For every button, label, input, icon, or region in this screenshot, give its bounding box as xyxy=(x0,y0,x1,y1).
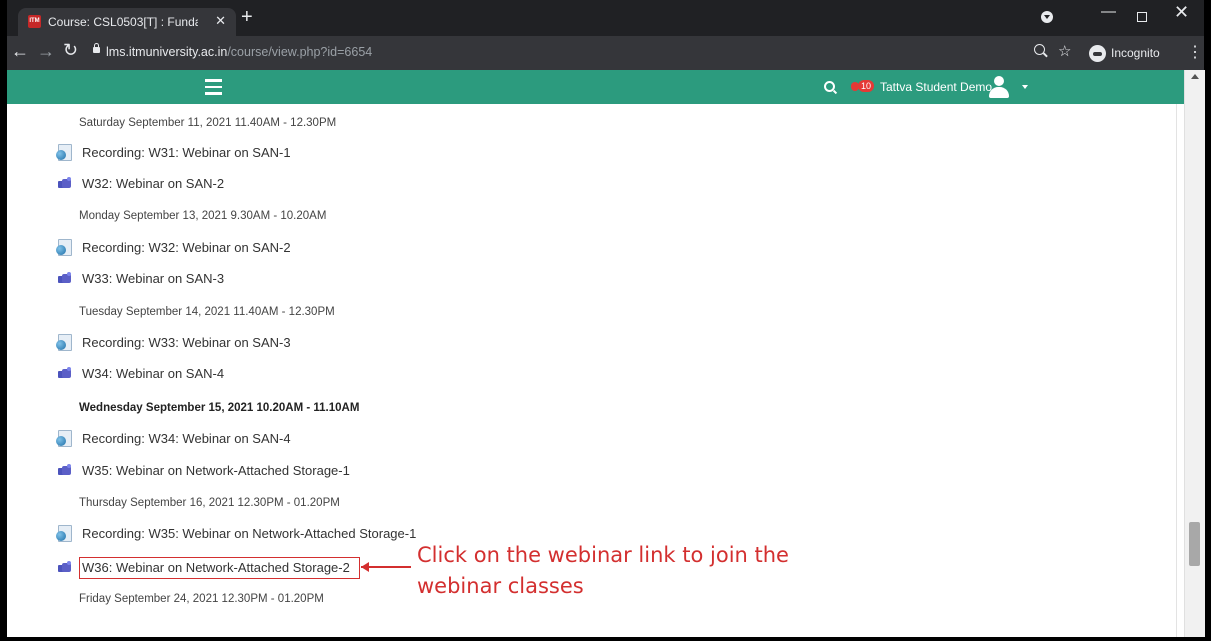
close-window-button[interactable]: ✕ xyxy=(1174,2,1189,23)
site-header: 10 Tattva Student Demo xyxy=(7,70,1184,104)
notification-count-badge[interactable]: 10 xyxy=(858,80,875,92)
content-right-border xyxy=(1176,104,1177,637)
teams-icon xyxy=(58,367,72,379)
activity-label: W34: Webinar on SAN-4 xyxy=(82,365,225,381)
back-arrow-icon[interactable]: ← xyxy=(11,41,29,62)
date-line: Tuesday September 14, 2021 11.40AM - 12.… xyxy=(79,306,335,318)
recording-link[interactable]: Recording: W34: Webinar on SAN-4 xyxy=(56,428,291,448)
annotation-text: Click on the webinar link to join the we… xyxy=(417,543,789,598)
teams-icon xyxy=(58,177,72,189)
date-line: Saturday September 11, 2021 11.40AM - 12… xyxy=(79,117,337,129)
restore-window-button[interactable] xyxy=(1137,12,1147,22)
reload-icon[interactable]: ↻ xyxy=(63,40,78,61)
recording-page-icon xyxy=(56,238,72,256)
annotation-arrowhead-icon xyxy=(361,562,369,572)
hamburger-menu-icon[interactable] xyxy=(205,79,222,95)
teams-icon xyxy=(58,272,72,284)
browser-menu-icon[interactable]: ⋮ xyxy=(1187,42,1203,62)
activity-label: Recording: W31: Webinar on SAN-1 xyxy=(82,144,291,160)
url-host: lms.itmuniversity.ac.in xyxy=(106,45,228,59)
activity-label: Recording: W35: Webinar on Network-Attac… xyxy=(82,525,417,541)
tab-search-icon[interactable] xyxy=(1041,11,1053,23)
activity-label: Recording: W33: Webinar on SAN-3 xyxy=(82,334,291,350)
recording-page-icon xyxy=(56,429,72,447)
recording-page-icon xyxy=(56,524,72,542)
site-favicon-icon: ITM xyxy=(28,15,41,28)
scroll-up-arrow-icon[interactable] xyxy=(1191,74,1199,79)
webinar-link[interactable]: W34: Webinar on SAN-4 xyxy=(56,363,224,383)
recording-page-icon xyxy=(56,143,72,161)
incognito-label: Incognito xyxy=(1111,46,1160,60)
date-line-current: Wednesday September 15, 2021 10.20AM - 1… xyxy=(79,402,360,414)
browser-toolbar: ← → ↻ lms.itmuniversity.ac.in/course/vie… xyxy=(7,36,1204,70)
teams-icon xyxy=(58,464,72,476)
zoom-icon[interactable] xyxy=(1034,44,1045,55)
teams-icon xyxy=(58,561,72,573)
recording-link[interactable]: Recording: W35: Webinar on Network-Attac… xyxy=(56,523,416,543)
recording-link[interactable]: Recording: W32: Webinar on SAN-2 xyxy=(56,237,291,257)
forward-arrow-icon[interactable]: → xyxy=(37,41,55,62)
bookmark-star-icon[interactable]: ☆ xyxy=(1058,42,1071,60)
webinar-link[interactable]: W32: Webinar on SAN-2 xyxy=(56,173,224,193)
webinar-link[interactable]: W35: Webinar on Network-Attached Storage… xyxy=(56,460,350,480)
browser-tab-strip: ITM Course: CSL0503[T] : Fundamenta ✕ + … xyxy=(7,0,1204,36)
activity-label: W32: Webinar on SAN-2 xyxy=(82,175,225,191)
highlight-box xyxy=(79,557,360,579)
activity-label: Recording: W32: Webinar on SAN-2 xyxy=(82,239,291,255)
page-scrollbar[interactable] xyxy=(1184,70,1205,637)
webinar-link[interactable]: W33: Webinar on SAN-3 xyxy=(56,268,224,288)
search-icon[interactable] xyxy=(824,81,835,92)
scrollbar-thumb[interactable] xyxy=(1189,522,1200,566)
user-avatar-icon[interactable] xyxy=(987,76,1011,98)
date-line: Friday September 24, 2021 12.30PM - 01.2… xyxy=(79,593,324,605)
lock-icon[interactable] xyxy=(93,43,100,53)
activity-label: W35: Webinar on Network-Attached Storage… xyxy=(82,462,350,478)
url-path: /course/view.php?id=6654 xyxy=(227,45,373,59)
recording-page-icon xyxy=(56,333,72,351)
activity-label: Recording: W34: Webinar on SAN-4 xyxy=(82,430,291,446)
recording-link[interactable]: Recording: W33: Webinar on SAN-3 xyxy=(56,332,291,352)
screen-frame-left xyxy=(0,0,7,641)
recording-link[interactable]: Recording: W31: Webinar on SAN-1 xyxy=(56,142,291,162)
browser-tab[interactable]: ITM Course: CSL0503[T] : Fundamenta ✕ xyxy=(18,8,236,36)
screen-frame-right xyxy=(1204,0,1211,641)
tab-title: Course: CSL0503[T] : Fundamenta xyxy=(48,15,198,29)
address-bar[interactable]: lms.itmuniversity.ac.in/course/view.php?… xyxy=(106,45,372,59)
incognito-icon[interactable] xyxy=(1089,45,1106,62)
user-menu-caret-icon[interactable] xyxy=(1022,85,1028,89)
date-line: Thursday September 16, 2021 12.30PM - 01… xyxy=(79,497,340,509)
minimize-window-button[interactable]: — xyxy=(1101,3,1116,20)
new-tab-button[interactable]: + xyxy=(241,7,253,27)
user-name[interactable]: Tattva Student Demo xyxy=(880,80,992,94)
date-line: Monday September 13, 2021 9.30AM - 10.20… xyxy=(79,210,327,222)
activity-label: W33: Webinar on SAN-3 xyxy=(82,270,225,286)
tab-close-icon[interactable]: ✕ xyxy=(215,13,226,29)
screen-frame-bottom xyxy=(0,637,1211,641)
